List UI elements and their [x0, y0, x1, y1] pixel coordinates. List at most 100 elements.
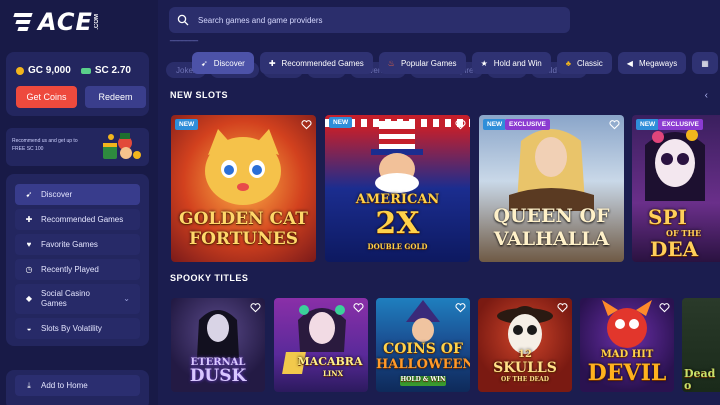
game-tile[interactable]: GOLDEN CAT FORTUNES NEW: [171, 115, 316, 262]
redeem-button[interactable]: Redeem: [85, 86, 146, 108]
referral-banner[interactable]: Recommend us and get up to FREE SC 100: [6, 128, 149, 166]
game-tile[interactable]: MAD HIT DEVIL: [580, 298, 674, 392]
game-tile[interactable]: COINS OF HALLOWEEN HOLD & WIN: [376, 298, 470, 392]
logo-suffix: .COM: [93, 14, 100, 30]
game-title: Dead o: [684, 367, 716, 392]
sugar-skull-art: [645, 129, 705, 201]
leprechaun-illustration: [103, 133, 141, 159]
game-title: SKULLS: [493, 360, 557, 376]
search-icon: [177, 14, 189, 26]
game-subtitle: HOLD & WIN: [400, 376, 446, 383]
star-icon: ★: [480, 58, 488, 68]
favorite-heart-icon[interactable]: [301, 119, 312, 130]
game-title: QUEEN OF: [493, 205, 610, 227]
game-tile[interactable]: 12 SKULLS OF THE DEAD: [478, 298, 572, 392]
classic-icon: ♣: [565, 58, 572, 68]
referral-text: Recommend us and get up to FREE SC 100: [12, 138, 78, 152]
new-badge: NEW: [483, 119, 507, 130]
exclusive-badge: EXCLUSIVE: [658, 119, 703, 130]
devil-art: [602, 300, 652, 348]
game-tile[interactable]: ETERNAL DUSK: [171, 298, 265, 392]
tab-discover[interactable]: ➹ Discover: [192, 52, 254, 74]
game-title: MAD HIT: [600, 349, 654, 360]
uncle-sam-art: [371, 121, 423, 193]
tab-classic[interactable]: ♣ Classic: [556, 52, 612, 74]
heart-icon: ♥: [26, 240, 32, 249]
favorite-heart-icon[interactable]: [659, 302, 670, 313]
favorite-heart-icon[interactable]: [455, 119, 466, 130]
section-title-spooky: SPOOKY TITLES: [170, 273, 249, 283]
favorite-heart-icon[interactable]: [557, 302, 568, 313]
game-title: DEVIL: [587, 360, 667, 386]
game-title: HALLOWEEN: [376, 357, 470, 372]
search-bar[interactable]: [169, 7, 570, 33]
game-title: DEA: [650, 237, 699, 261]
game-subtitle: DOUBLE GOLD: [367, 242, 428, 251]
favorite-heart-icon[interactable]: [455, 302, 466, 313]
game-tile[interactable]: Dead o: [682, 298, 720, 392]
tab-popular-games[interactable]: ♨ Popular Games: [378, 52, 466, 74]
favorite-heart-icon[interactable]: [250, 302, 261, 313]
tab-recommended-games[interactable]: ✚ Recommended Games: [259, 52, 373, 74]
game-title: LINX: [322, 369, 344, 378]
tab-hold-and-win[interactable]: ★ Hold and Win: [471, 52, 551, 74]
lucky-cat-art: [205, 129, 281, 205]
ace-flag-icon: [12, 11, 36, 33]
sidebar-item-recently-played[interactable]: ◷ Recently Played: [15, 259, 140, 280]
ace-logo[interactable]: ACE .COM: [12, 7, 100, 37]
discover-icon: ➹: [25, 190, 33, 199]
sidebar-nav: ➹ Discover ✚ Recommended Games ♥ Favorit…: [6, 174, 149, 346]
fire-icon: ♨: [387, 58, 395, 68]
game-title: COINS OF: [383, 341, 463, 357]
viking-queen-art: [509, 129, 594, 211]
game-tile[interactable]: MACABRA LINX: [274, 298, 368, 392]
new-badge: NEW: [636, 119, 660, 130]
game-title: MACABRA: [297, 355, 363, 368]
tab-megaways[interactable]: ◀ Megaways: [617, 52, 687, 74]
favorite-heart-icon[interactable]: [609, 119, 620, 130]
download-icon: ⤓: [27, 380, 31, 390]
game-title: GOLDEN CAT: [179, 209, 308, 229]
gauge-icon: ◒: [26, 324, 32, 333]
add-to-home-button[interactable]: ⤓ Add to Home: [15, 375, 140, 396]
game-title: VALHALLA: [493, 228, 610, 250]
new-badge: NEW: [175, 119, 199, 130]
sidebar-item-favorites[interactable]: ♥ Favorite Games: [15, 234, 140, 255]
game-title: SPI: [648, 205, 687, 229]
sidebar-item-social-casino[interactable]: ◆ Social Casino Games ⌄: [15, 284, 140, 314]
sidebar: ACE .COM GC 9,000 SC 2.70 Get Coins Rede…: [0, 0, 158, 405]
chevron-left-icon[interactable]: ‹: [705, 90, 708, 101]
game-title: 2X: [375, 206, 420, 241]
sweeps-coin-icon: [80, 67, 91, 74]
game-tile[interactable]: AMERICAN 2X DOUBLE GOLD NEW: [325, 115, 470, 262]
game-title: AMERICAN: [355, 192, 440, 207]
search-input[interactable]: [198, 15, 538, 25]
chevron-down-icon[interactable]: ⌄: [123, 294, 130, 304]
discover-icon: ➹: [201, 58, 208, 68]
section-title-new-slots: NEW SLOTS: [170, 90, 228, 100]
clock-icon: ◷: [25, 265, 33, 274]
recommended-icon: ✚: [268, 58, 276, 68]
sidebar-item-recommended[interactable]: ✚ Recommended Games: [15, 209, 140, 230]
sidebar-item-discover[interactable]: ➹ Discover: [15, 184, 140, 205]
wizard-boy-art: [406, 300, 440, 342]
game-tile[interactable]: QUEEN OF VALHALLA NEW EXCLUSIVE: [479, 115, 624, 262]
exclusive-badge: EXCLUSIVE: [505, 119, 550, 130]
favorite-heart-icon[interactable]: [353, 302, 364, 313]
game-subtitle: OF THE DEAD: [500, 376, 549, 383]
logo-text: ACE: [38, 8, 93, 36]
tab-more[interactable]: ▦: [692, 52, 718, 74]
get-coins-button[interactable]: Get Coins: [16, 86, 77, 108]
game-tile[interactable]: SPI OF THE DEA NEW EXCLUSIVE: [632, 115, 720, 262]
game-title: DUSK: [189, 366, 247, 386]
game-title: 12: [518, 349, 532, 360]
gold-coin-icon: [16, 66, 24, 75]
categories-heading-faded: ⎯⎯⎯⎯⎯⎯⎯: [170, 36, 198, 45]
sc-balance[interactable]: SC 2.70: [80, 65, 131, 76]
gc-balance[interactable]: GC 9,000: [16, 65, 71, 76]
grid-icon: ▦: [701, 58, 709, 68]
category-tabs: ➹ Discover ✚ Recommended Games ♨ Popular…: [192, 52, 720, 74]
diamond-icon: ◆: [25, 294, 33, 303]
sidebar-item-volatility[interactable]: ◒ Slots By Volatility: [15, 318, 140, 339]
sidebar-bottom: ⤓ Add to Home: [6, 370, 149, 405]
